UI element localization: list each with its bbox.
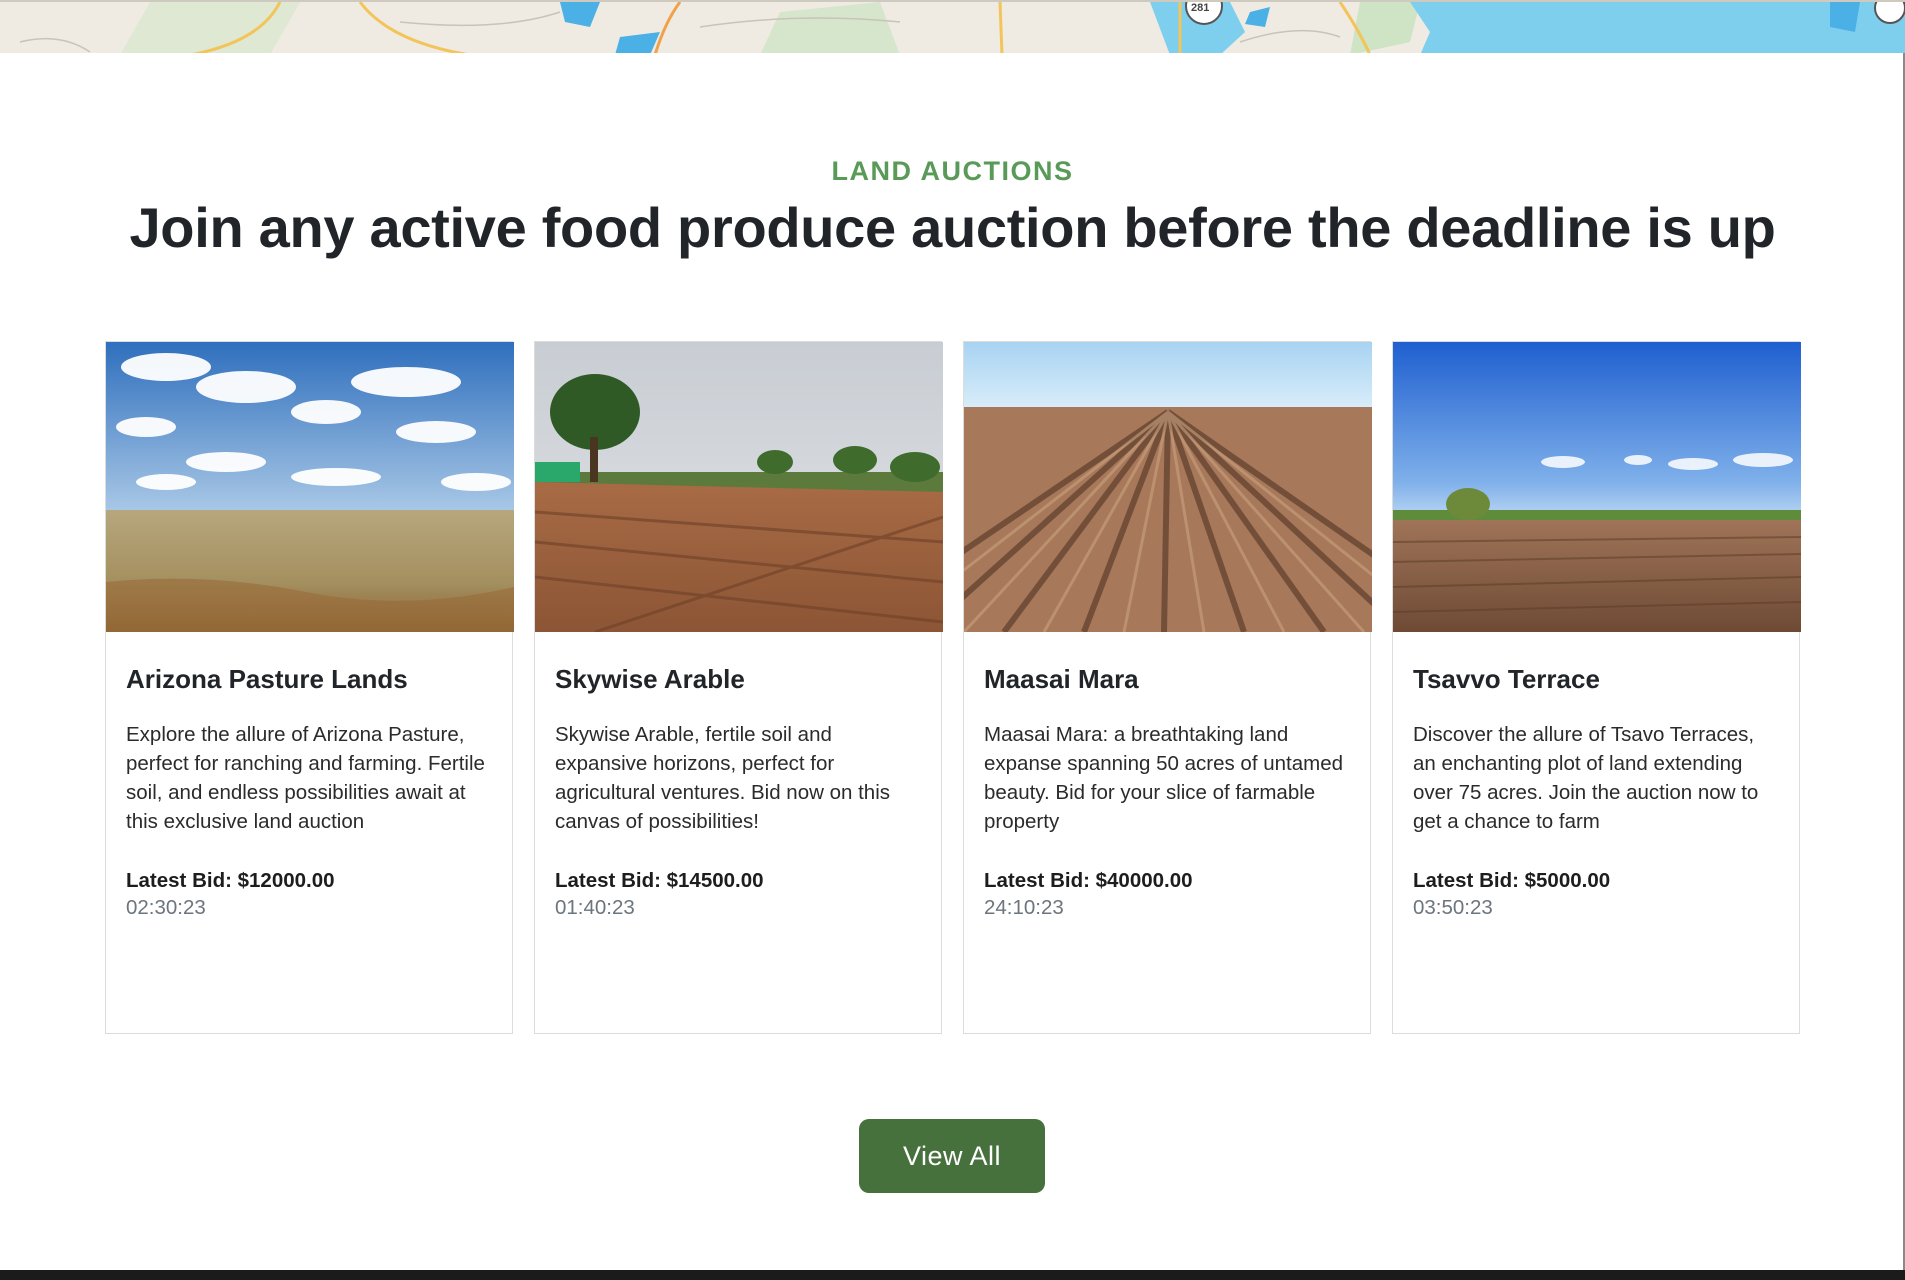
- auction-card-list: Arizona Pasture Lands Explore the allure…: [105, 341, 1801, 1034]
- card-latest-bid: Latest Bid: $14500.00: [555, 869, 764, 892]
- card-body: Maasai Mara Maasai Mara: a breathtaking …: [964, 632, 1370, 922]
- card-image-skywise: [535, 342, 943, 632]
- card-latest-bid: Latest Bid: $5000.00: [1413, 869, 1611, 892]
- card-countdown: 24:10:23: [984, 896, 1064, 919]
- section-headline: Join any active food produce auction bef…: [129, 196, 1776, 259]
- card-description: Skywise Arable, fertile soil and expansi…: [555, 723, 891, 833]
- section-eyebrow: LAND AUCTIONS: [831, 156, 1074, 186]
- card-body: Arizona Pasture Lands Explore the allure…: [106, 632, 512, 922]
- card-image-tsavo: [1393, 342, 1801, 632]
- auction-card[interactable]: Skywise Arable Skywise Arable, fertile s…: [534, 341, 943, 1034]
- auction-card[interactable]: Tsavvo Terrace Discover the allure of Ts…: [1392, 341, 1801, 1034]
- view-all-button[interactable]: View All: [859, 1119, 1045, 1193]
- card-countdown: 02:30:23: [126, 896, 206, 919]
- card-title: Skywise Arable: [555, 664, 745, 694]
- card-image-arizona: [106, 342, 514, 632]
- card-countdown: 03:50:23: [1413, 896, 1493, 919]
- card-latest-bid: Latest Bid: $12000.00: [126, 869, 335, 892]
- map-preview[interactable]: 281: [0, 0, 1905, 53]
- page: 281 LAND AUCTIONS Join any active food p…: [0, 0, 1905, 1280]
- card-latest-bid: Latest Bid: $40000.00: [984, 869, 1193, 892]
- road-shield-label: 281: [1191, 2, 1210, 14]
- card-body: Tsavvo Terrace Discover the allure of Ts…: [1393, 632, 1799, 922]
- card-body: Skywise Arable Skywise Arable, fertile s…: [535, 632, 941, 922]
- card-description: Maasai Mara: a breathtaking land expanse…: [984, 723, 1344, 833]
- card-title: Tsavvo Terrace: [1413, 664, 1600, 694]
- card-title: Maasai Mara: [984, 664, 1139, 694]
- card-description: Explore the allure of Arizona Pasture, p…: [126, 723, 485, 833]
- footer-edge: [0, 1270, 1905, 1280]
- card-description: Discover the allure of Tsavo Terraces, a…: [1413, 723, 1759, 833]
- card-image-maasai: [964, 342, 1372, 632]
- auction-card[interactable]: Arizona Pasture Lands Explore the allure…: [105, 341, 514, 1034]
- auction-card[interactable]: Maasai Mara Maasai Mara: a breathtaking …: [963, 341, 1372, 1034]
- card-title: Arizona Pasture Lands: [126, 664, 408, 694]
- card-countdown: 01:40:23: [555, 896, 635, 919]
